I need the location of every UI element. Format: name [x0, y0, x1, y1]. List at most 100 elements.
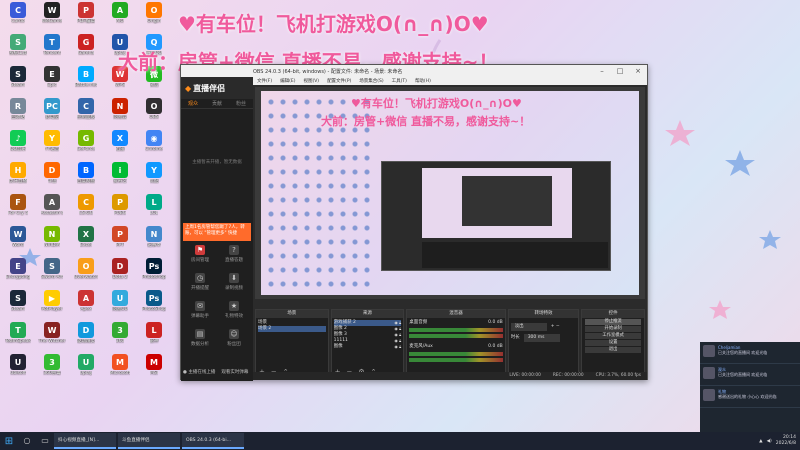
source-item[interactable]: 图像 ◉ 🔒︎ — [334, 344, 402, 350]
tab-fans[interactable]: 粉丝 — [236, 100, 246, 107]
volume-slider[interactable] — [409, 334, 503, 338]
desktop-icon[interactable]: PC 此电脑 — [36, 98, 68, 129]
desktop-icon[interactable]: G GeForce — [70, 130, 102, 161]
duration-input[interactable]: 300 ms — [523, 334, 560, 342]
live-tool-button[interactable]: ☺ 粉丝团 — [217, 329, 251, 347]
minimize-icon[interactable]: – — [593, 67, 611, 75]
desktop-icon[interactable]: S Steam — [2, 290, 34, 321]
desktop-icon[interactable]: D 驱动精灵 — [70, 322, 102, 353]
desktop-icon[interactable]: 3 360杀毒 — [36, 354, 68, 385]
maximize-icon[interactable]: □ — [611, 67, 629, 75]
desktop-icon[interactable]: G Garena — [70, 34, 102, 65]
volume-slider[interactable] — [409, 358, 503, 362]
desktop-icon[interactable]: C 控制面板 — [70, 98, 102, 129]
desktop-icon[interactable]: B 百度网盘 — [70, 162, 102, 193]
desktop-icon[interactable]: P PPT — [104, 226, 136, 257]
desktop-icon[interactable]: C Cardo — [2, 2, 34, 33]
tab-audience[interactable]: 观众 — [188, 100, 198, 107]
chat-notification[interactable]: 礼物 感谢送出的礼物 小心心 欢迎光临 — [700, 386, 800, 408]
desktop-icon[interactable]: X Excel — [70, 226, 102, 257]
desktop-icon[interactable]: M Microsoft — [104, 354, 136, 385]
desktop-icon[interactable]: ▶ PotPlayer — [36, 290, 68, 321]
desktop-icon[interactable]: W The Witcher — [36, 322, 68, 353]
manager-notice[interactable]: 上周1名房管帮您踢了7人，转账，可以 "管理更多" 快捷 — [183, 223, 251, 241]
desktop-icon[interactable]: A Assassin's — [36, 194, 68, 225]
desktop-icon[interactable]: D Dota 2 — [104, 258, 136, 289]
desktop-icon[interactable]: N NVIDIA — [36, 226, 68, 257]
chat-notification[interactable]: 观众 已关注您的直播间 欢迎光临 — [700, 364, 800, 386]
menu-item[interactable]: 编辑(E) — [280, 78, 295, 84]
menu-item[interactable]: 配置文件(P) — [327, 78, 351, 84]
desktop-icon[interactable]: i 爱奇艺 — [104, 162, 136, 193]
desktop-icon[interactable]: O OBS — [138, 98, 170, 129]
desktop-icon[interactable]: N 记事本 — [138, 226, 170, 257]
desktop-icon[interactable]: W WeGame — [36, 2, 68, 33]
add-transition-icon[interactable]: + − — [551, 324, 560, 330]
desktop-icon[interactable]: ◉ Chrome — [138, 130, 170, 161]
desktop-icon[interactable]: A AIO — [104, 2, 136, 33]
obs-title-bar[interactable]: OBS 24.0.3 (64-bit, windows) - 配置文件: 未命名… — [181, 65, 647, 77]
live-tool-button[interactable]: ? 直播答题 — [217, 245, 251, 263]
obs-window[interactable]: OBS 24.0.3 (64-bit, windows) - 配置文件: 未命名… — [180, 64, 648, 381]
taskbar-task[interactable]: 抖心视频直播_[N]… — [54, 433, 116, 449]
menu-item[interactable]: 帮助(H) — [415, 78, 431, 84]
desktop-icon[interactable]: A Apex — [70, 290, 102, 321]
live-danmaku-text[interactable]: 观看实时弹幕 — [221, 369, 248, 375]
desktop-icon[interactable]: N 网易云 — [104, 98, 136, 129]
desktop-icon[interactable]: E Encrypting — [2, 258, 34, 289]
network-icon[interactable]: ▲ — [759, 439, 762, 444]
desktop-icon[interactable]: C CS:GO — [70, 194, 102, 225]
live-tool-button[interactable]: ✉ 弹幕助手 — [183, 301, 217, 319]
taskbar-task[interactable]: OBS 24.0.3 (64-bi… — [182, 433, 244, 449]
desktop-icon[interactable]: Y 优酷 — [138, 162, 170, 193]
desktop-icon[interactable]: ♪ QQ音乐 — [2, 130, 34, 161]
control-button[interactable]: 停止推流 — [585, 319, 641, 325]
desktop-icon[interactable]: U 网易UU — [104, 290, 136, 321]
live-tool-button[interactable]: ◷ 开播提醒 — [183, 273, 217, 291]
chat-notification[interactable]: Cheljamian 已关注您的直播间 欢迎光临 — [700, 342, 800, 364]
desktop-icon[interactable]: S 系统工具 — [2, 34, 34, 65]
desktop-icon[interactable]: Y YY语音 — [36, 130, 68, 161]
menu-item[interactable]: 场景集合(S) — [359, 78, 383, 84]
desktop-icon[interactable]: S Steam — [2, 66, 34, 97]
desktop-icon[interactable]: X 迅雷 — [104, 130, 136, 161]
control-button[interactable]: 设置 — [585, 340, 641, 346]
task-view-icon[interactable]: ▭ — [38, 434, 52, 448]
windows-start-icon[interactable]: ⊞ — [0, 432, 18, 450]
live-tool-button[interactable]: ⚑ 房间管理 — [183, 245, 217, 263]
desktop-icon[interactable]: O Origin — [138, 2, 170, 33]
desktop-icon[interactable]: B Battle.net — [70, 66, 102, 97]
menu-item[interactable]: 文件(F) — [257, 78, 272, 84]
desktop-icon[interactable]: D 斗鱼 — [36, 162, 68, 193]
desktop-icon[interactable]: P PDF编辑 — [70, 2, 102, 33]
close-icon[interactable]: × — [629, 67, 647, 75]
menu-item[interactable]: 视图(V) — [303, 78, 319, 84]
live-tool-button[interactable]: ▤ 数据分析 — [183, 329, 217, 347]
live-tool-button[interactable]: ⬇ 录制视频 — [217, 273, 251, 291]
taskbar-task[interactable]: 斗鱼直播伴侣 — [118, 433, 180, 449]
volume-icon[interactable]: ◀) — [767, 439, 772, 444]
control-button[interactable]: 工作室模式 — [585, 333, 641, 339]
menu-item[interactable]: 工具(T) — [392, 78, 407, 84]
desktop-icon[interactable]: W Word — [2, 226, 34, 257]
desktop-icon[interactable]: S Sword Art — [36, 258, 68, 289]
desktop-icon[interactable]: T TeamSpeak — [2, 322, 34, 353]
search-icon[interactable]: ○ — [20, 434, 34, 448]
live-tool-button[interactable]: ★ 礼物特效 — [217, 301, 251, 319]
desktop-icon[interactable]: L 雷神 — [138, 322, 170, 353]
desktop-icon[interactable]: E Epic — [36, 66, 68, 97]
desktop-icon[interactable]: L LOL — [138, 194, 170, 225]
control-button[interactable]: 开始录制 — [585, 326, 641, 332]
control-button[interactable]: 退出 — [585, 347, 641, 353]
desktop-icon[interactable]: U Uplay — [70, 354, 102, 385]
desktop-icon[interactable]: R 回收站 — [2, 98, 34, 129]
desktop-icon[interactable]: T Tencent — [36, 34, 68, 65]
desktop-icon[interactable]: Ps PhotoShop — [138, 290, 170, 321]
desktop-icon[interactable]: M MSI — [138, 354, 170, 385]
preview-canvas[interactable]: ♥有车位！飞机打游戏O(∩_∩)O♥ 大前：房管+微信 直播不易，感谢支持~！ — [255, 87, 645, 299]
desktop-icon[interactable]: P PUBG — [104, 194, 136, 225]
eye-icon[interactable]: ◉ 🔒︎ — [394, 344, 401, 350]
live-status-text[interactable]: ● 主播在线上播 — [183, 369, 215, 375]
scene-item[interactable]: 场景 2 — [258, 326, 326, 332]
desktop-icon[interactable]: Ps Photoshop — [138, 258, 170, 289]
